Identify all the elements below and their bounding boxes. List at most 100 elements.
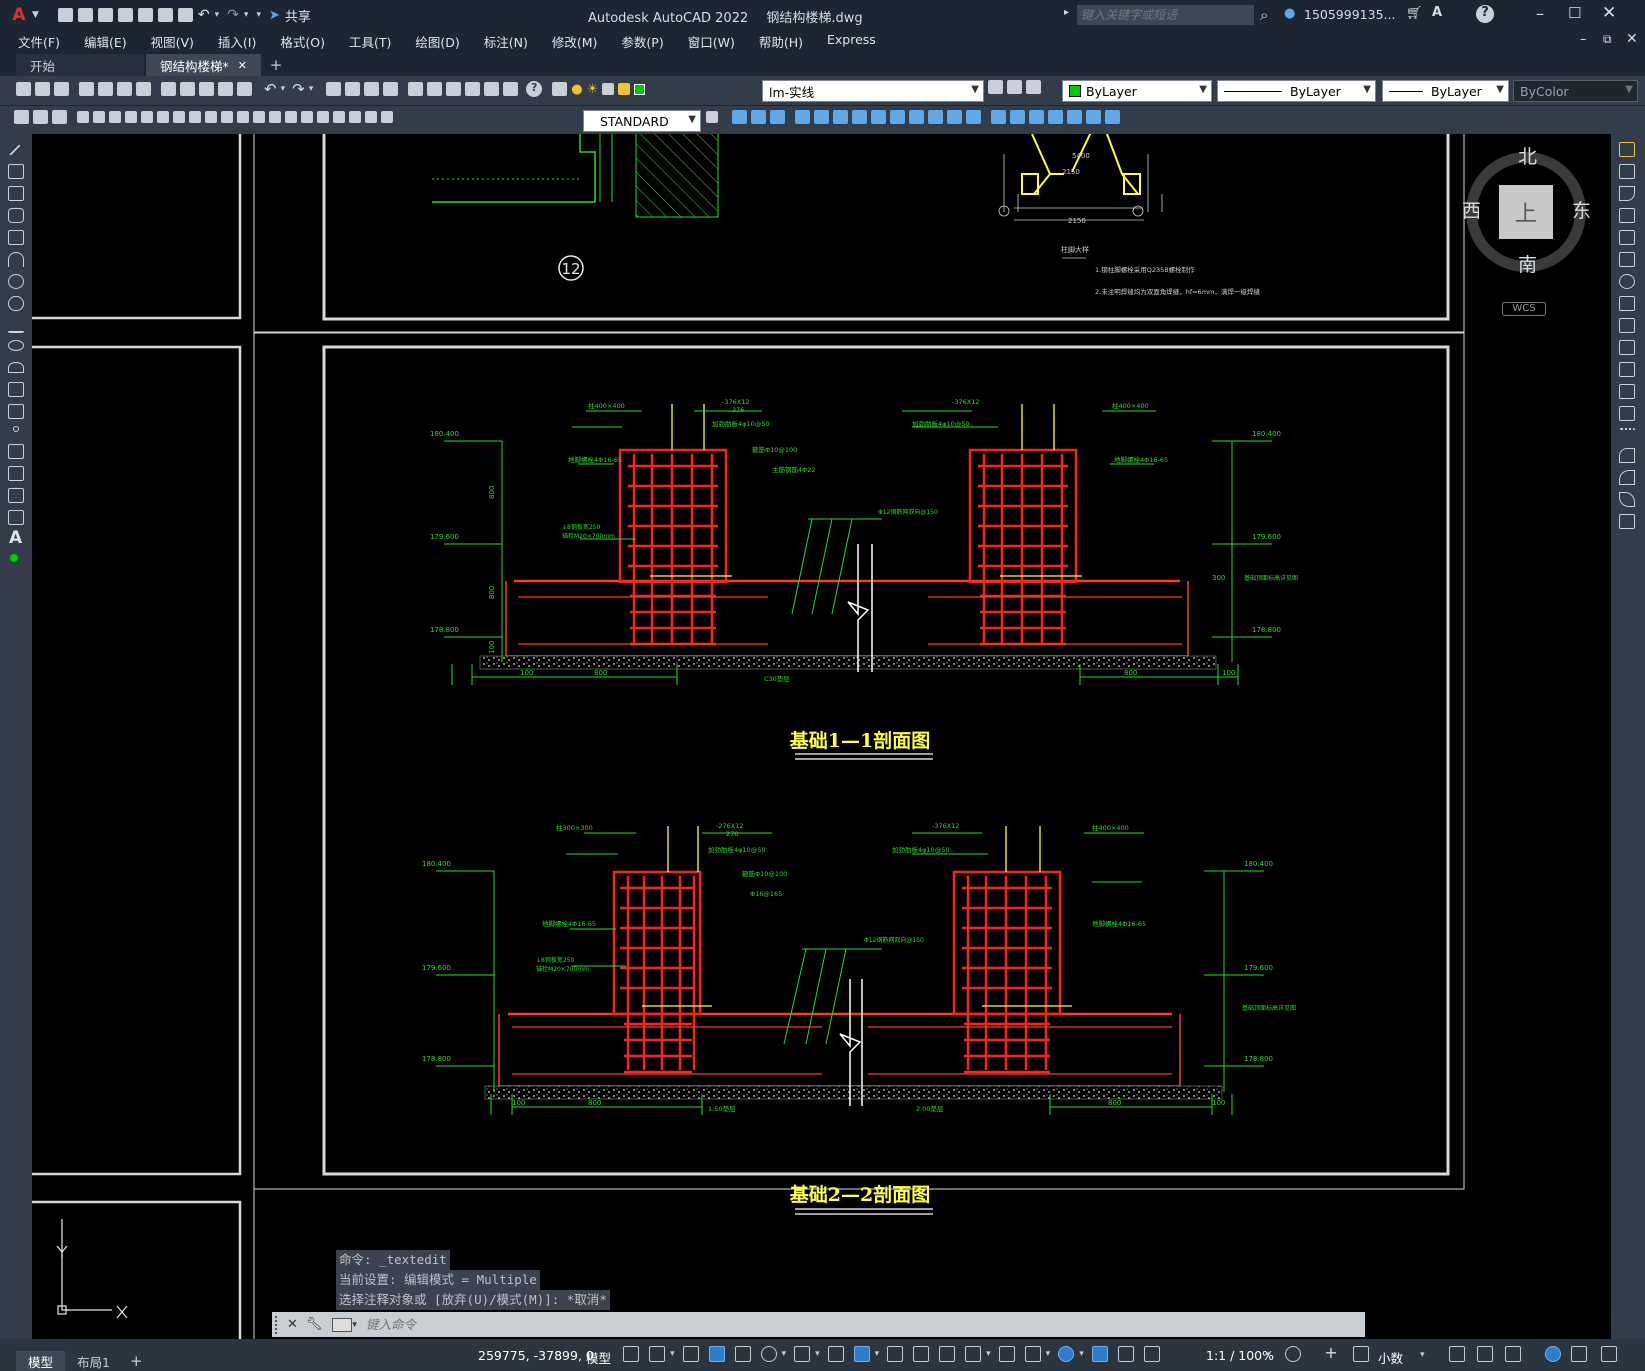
command-grip-icon[interactable] [275,1315,283,1334]
point-icon[interactable] [13,426,19,432]
tool-palettes-icon[interactable] [446,82,462,96]
command-input[interactable] [365,1317,1066,1332]
dimstyle-manager-icon[interactable] [706,111,718,123]
open-file-icon[interactable] [35,82,50,96]
region-icon[interactable] [8,488,24,503]
undo-tool-icon[interactable]: ↶ [264,80,277,98]
visual-style-icon[interactable] [991,110,1006,124]
menu-window[interactable]: 窗口(W) [676,32,747,51]
annotation-scale-icon[interactable] [1143,1346,1160,1362]
layer-lock-icon[interactable] [618,83,631,95]
jogged-linear-icon[interactable] [333,111,345,123]
menu-draw[interactable]: 绘图(D) [403,32,471,51]
hatch-icon[interactable] [8,444,24,459]
new-icon[interactable] [57,8,73,22]
section-plane-icon[interactable] [928,110,943,124]
sweep-icon[interactable] [852,110,867,124]
table-icon[interactable] [8,510,24,525]
viewcube-top-face[interactable]: 上 [1499,185,1553,239]
selection-filter-icon[interactable] [1024,1346,1041,1362]
construction-line-icon[interactable] [8,164,24,179]
save-file-icon[interactable] [54,82,69,96]
center-mark-icon[interactable] [301,111,313,123]
camera-icon[interactable] [1067,110,1082,124]
layer-color-swatch[interactable] [634,83,646,95]
dim-quick-icon[interactable] [205,111,217,123]
app-menu-caret[interactable]: ▼ [32,10,39,20]
dim-continue-icon[interactable] [237,111,249,123]
rotate-icon[interactable] [1619,274,1635,289]
make-block-icon[interactable] [8,404,24,419]
zoom-window-icon[interactable] [364,82,380,96]
blend-curves-icon[interactable] [1619,492,1635,507]
paste-icon[interactable] [199,82,214,96]
polar-tracking-icon[interactable] [760,1346,777,1362]
cart-icon[interactable]: 🛒︎ [1406,6,1423,21]
units-icon[interactable] [1353,1346,1369,1362]
spline-icon[interactable] [8,318,24,333]
break-at-point-icon[interactable] [1619,384,1635,399]
plot-preview-icon[interactable] [98,82,113,96]
viewcube-south[interactable]: 南 [1518,250,1537,277]
dim-update-icon[interactable] [381,111,393,123]
autocad-logo-icon[interactable]: A [6,4,32,26]
move-icon[interactable] [1619,252,1635,267]
pan-icon[interactable] [326,82,342,96]
circle-icon[interactable] [8,274,24,289]
viewcube-west[interactable]: 西 [1462,196,1481,223]
save-web-icon[interactable] [157,8,173,22]
interfere-icon[interactable] [909,110,924,124]
scale-icon[interactable] [1619,296,1635,311]
help-icon[interactable]: ? [1476,5,1494,23]
model-space-canvas[interactable]: 12 5400 2150 2150 柱脚大样 1.钢柱脚螺栓采用Q235B螺栓制… [32,134,1611,1339]
share-icon[interactable]: ➤ [269,8,280,23]
tab-close-icon[interactable]: ✕ [238,59,247,72]
viewcube-north[interactable]: 北 [1518,142,1537,169]
3d-osnap-icon[interactable] [965,1346,982,1362]
presspull-icon[interactable] [814,110,829,124]
menu-insert[interactable]: 插入(I) [206,32,268,51]
layer-on-icon[interactable]: ● [571,82,582,97]
save-as-icon[interactable] [117,8,133,22]
extend-icon[interactable] [1619,362,1635,377]
match-properties-icon[interactable] [218,82,233,96]
break-icon[interactable] [1619,406,1635,421]
selection-cycling-icon[interactable] [939,1346,956,1362]
3d-box-icon[interactable] [732,110,747,124]
search-icon[interactable]: ⌕ [1260,6,1268,24]
mtext-icon[interactable]: A [9,528,22,548]
ortho-icon[interactable] [734,1346,751,1362]
save-icon[interactable] [97,8,113,22]
new-tab-icon[interactable]: + [263,54,289,76]
object-snap-tracking-icon[interactable] [827,1346,844,1362]
search-expand-icon[interactable]: ▸ [1064,7,1069,18]
linetype-dropdown[interactable]: ByLayer ▼ [1217,80,1376,102]
dynamic-ucs-icon[interactable] [998,1346,1015,1362]
add-layout-icon[interactable]: + [122,1351,151,1371]
isolate-objects-icon[interactable] [1505,1346,1521,1362]
doc-minimize-icon[interactable]: – [1580,32,1587,47]
insert-block-icon[interactable] [8,382,24,397]
redo-icon[interactable]: ↷ [227,7,239,23]
viewcube-east[interactable]: 东 [1572,196,1591,223]
menu-express[interactable]: Express [815,32,888,51]
menu-view[interactable]: 视图(V) [139,32,206,51]
menu-format[interactable]: 格式(O) [268,32,337,51]
3d-rotate-icon[interactable] [966,110,981,124]
inspection-icon[interactable] [317,111,329,123]
customize-qat-icon[interactable]: ▾ [256,10,261,20]
array-icon[interactable] [1619,230,1635,245]
arc-icon[interactable] [8,252,24,267]
open-icon[interactable] [77,8,93,22]
lineweight-icon[interactable] [887,1346,904,1362]
calculator-icon[interactable] [503,82,519,96]
object-snap-icon[interactable] [853,1346,870,1362]
minimize-icon[interactable]: – [1536,4,1544,23]
dim-angular-icon[interactable] [189,111,201,123]
revision-cloud-icon[interactable] [8,296,24,311]
layer-walk-icon[interactable] [14,110,29,124]
color-dropdown[interactable]: ByLayer ▼ [1062,80,1212,102]
chamfer-icon[interactable] [1619,448,1635,463]
autodesk-app-icon[interactable]: A [1432,5,1442,20]
dim-radius-icon[interactable] [141,111,153,123]
